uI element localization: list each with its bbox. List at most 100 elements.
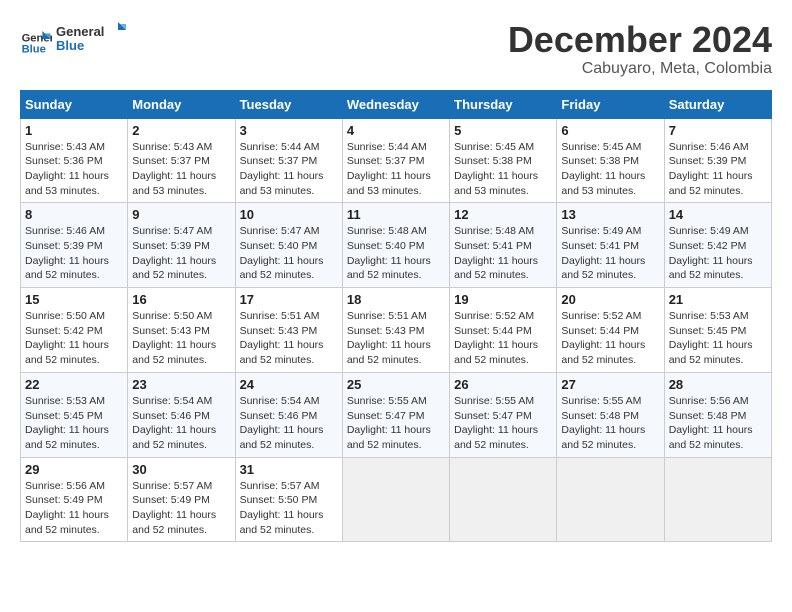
day-number: 22 <box>25 377 123 392</box>
day-number: 16 <box>132 292 230 307</box>
day-info: Sunrise: 5:43 AMSunset: 5:37 PMDaylight:… <box>132 141 216 197</box>
day-info: Sunrise: 5:54 AMSunset: 5:46 PMDaylight:… <box>240 395 324 451</box>
day-info: Sunrise: 5:47 AMSunset: 5:39 PMDaylight:… <box>132 225 216 281</box>
day-info: Sunrise: 5:44 AMSunset: 5:37 PMDaylight:… <box>347 141 431 197</box>
logo-icon: General Blue <box>20 27 52 59</box>
week-row-5: 29 Sunrise: 5:56 AMSunset: 5:49 PMDaylig… <box>21 457 772 542</box>
day-info: Sunrise: 5:46 AMSunset: 5:39 PMDaylight:… <box>669 141 753 197</box>
day-number: 19 <box>454 292 552 307</box>
day-cell: 21 Sunrise: 5:53 AMSunset: 5:45 PMDaylig… <box>664 288 771 373</box>
day-info: Sunrise: 5:55 AMSunset: 5:48 PMDaylight:… <box>561 395 645 451</box>
logo-svg: General Blue <box>56 20 126 60</box>
day-cell: 26 Sunrise: 5:55 AMSunset: 5:47 PMDaylig… <box>450 372 557 457</box>
day-cell: 7 Sunrise: 5:46 AMSunset: 5:39 PMDayligh… <box>664 118 771 203</box>
day-cell <box>450 457 557 542</box>
day-cell: 10 Sunrise: 5:47 AMSunset: 5:40 PMDaylig… <box>235 203 342 288</box>
day-number: 30 <box>132 462 230 477</box>
day-cell: 12 Sunrise: 5:48 AMSunset: 5:41 PMDaylig… <box>450 203 557 288</box>
day-number: 10 <box>240 207 338 222</box>
day-number: 29 <box>25 462 123 477</box>
day-info: Sunrise: 5:46 AMSunset: 5:39 PMDaylight:… <box>25 225 109 281</box>
page-header: General Blue General Blue December 2024 … <box>20 20 772 78</box>
week-row-1: 1 Sunrise: 5:43 AMSunset: 5:36 PMDayligh… <box>21 118 772 203</box>
day-cell: 13 Sunrise: 5:49 AMSunset: 5:41 PMDaylig… <box>557 203 664 288</box>
day-number: 17 <box>240 292 338 307</box>
day-cell: 2 Sunrise: 5:43 AMSunset: 5:37 PMDayligh… <box>128 118 235 203</box>
day-info: Sunrise: 5:49 AMSunset: 5:41 PMDaylight:… <box>561 225 645 281</box>
day-number: 1 <box>25 123 123 138</box>
day-number: 25 <box>347 377 445 392</box>
calendar-table: SundayMondayTuesdayWednesdayThursdayFrid… <box>20 90 772 543</box>
svg-text:General: General <box>56 24 104 39</box>
day-number: 20 <box>561 292 659 307</box>
day-cell: 22 Sunrise: 5:53 AMSunset: 5:45 PMDaylig… <box>21 372 128 457</box>
day-info: Sunrise: 5:54 AMSunset: 5:46 PMDaylight:… <box>132 395 216 451</box>
day-number: 11 <box>347 207 445 222</box>
day-cell: 24 Sunrise: 5:54 AMSunset: 5:46 PMDaylig… <box>235 372 342 457</box>
day-cell: 25 Sunrise: 5:55 AMSunset: 5:47 PMDaylig… <box>342 372 449 457</box>
svg-text:Blue: Blue <box>56 38 84 53</box>
day-info: Sunrise: 5:51 AMSunset: 5:43 PMDaylight:… <box>347 310 431 366</box>
day-info: Sunrise: 5:55 AMSunset: 5:47 PMDaylight:… <box>454 395 538 451</box>
week-row-3: 15 Sunrise: 5:50 AMSunset: 5:42 PMDaylig… <box>21 288 772 373</box>
day-number: 31 <box>240 462 338 477</box>
day-number: 4 <box>347 123 445 138</box>
header-cell-tuesday: Tuesday <box>235 90 342 118</box>
day-info: Sunrise: 5:47 AMSunset: 5:40 PMDaylight:… <box>240 225 324 281</box>
day-cell: 17 Sunrise: 5:51 AMSunset: 5:43 PMDaylig… <box>235 288 342 373</box>
day-info: Sunrise: 5:48 AMSunset: 5:41 PMDaylight:… <box>454 225 538 281</box>
day-cell <box>557 457 664 542</box>
calendar-subtitle: Cabuyaro, Meta, Colombia <box>508 60 772 78</box>
day-info: Sunrise: 5:53 AMSunset: 5:45 PMDaylight:… <box>669 310 753 366</box>
day-cell: 28 Sunrise: 5:56 AMSunset: 5:48 PMDaylig… <box>664 372 771 457</box>
day-info: Sunrise: 5:56 AMSunset: 5:49 PMDaylight:… <box>25 480 109 536</box>
day-number: 18 <box>347 292 445 307</box>
header-cell-saturday: Saturday <box>664 90 771 118</box>
day-number: 21 <box>669 292 767 307</box>
header-cell-thursday: Thursday <box>450 90 557 118</box>
day-number: 15 <box>25 292 123 307</box>
day-number: 6 <box>561 123 659 138</box>
day-number: 7 <box>669 123 767 138</box>
day-info: Sunrise: 5:48 AMSunset: 5:40 PMDaylight:… <box>347 225 431 281</box>
day-cell <box>664 457 771 542</box>
day-number: 13 <box>561 207 659 222</box>
day-number: 24 <box>240 377 338 392</box>
day-cell: 5 Sunrise: 5:45 AMSunset: 5:38 PMDayligh… <box>450 118 557 203</box>
day-info: Sunrise: 5:49 AMSunset: 5:42 PMDaylight:… <box>669 225 753 281</box>
day-info: Sunrise: 5:53 AMSunset: 5:45 PMDaylight:… <box>25 395 109 451</box>
logo: General Blue General Blue <box>20 20 126 65</box>
day-cell <box>342 457 449 542</box>
header-cell-monday: Monday <box>128 90 235 118</box>
day-cell: 14 Sunrise: 5:49 AMSunset: 5:42 PMDaylig… <box>664 203 771 288</box>
header-row: SundayMondayTuesdayWednesdayThursdayFrid… <box>21 90 772 118</box>
day-cell: 16 Sunrise: 5:50 AMSunset: 5:43 PMDaylig… <box>128 288 235 373</box>
day-info: Sunrise: 5:56 AMSunset: 5:48 PMDaylight:… <box>669 395 753 451</box>
day-number: 14 <box>669 207 767 222</box>
day-number: 12 <box>454 207 552 222</box>
day-number: 8 <box>25 207 123 222</box>
header-cell-friday: Friday <box>557 90 664 118</box>
day-cell: 20 Sunrise: 5:52 AMSunset: 5:44 PMDaylig… <box>557 288 664 373</box>
day-info: Sunrise: 5:57 AMSunset: 5:50 PMDaylight:… <box>240 480 324 536</box>
day-cell: 31 Sunrise: 5:57 AMSunset: 5:50 PMDaylig… <box>235 457 342 542</box>
day-cell: 9 Sunrise: 5:47 AMSunset: 5:39 PMDayligh… <box>128 203 235 288</box>
day-info: Sunrise: 5:52 AMSunset: 5:44 PMDaylight:… <box>454 310 538 366</box>
day-info: Sunrise: 5:50 AMSunset: 5:43 PMDaylight:… <box>132 310 216 366</box>
day-number: 23 <box>132 377 230 392</box>
title-block: December 2024 Cabuyaro, Meta, Colombia <box>508 20 772 78</box>
week-row-4: 22 Sunrise: 5:53 AMSunset: 5:45 PMDaylig… <box>21 372 772 457</box>
day-info: Sunrise: 5:52 AMSunset: 5:44 PMDaylight:… <box>561 310 645 366</box>
day-cell: 19 Sunrise: 5:52 AMSunset: 5:44 PMDaylig… <box>450 288 557 373</box>
day-info: Sunrise: 5:44 AMSunset: 5:37 PMDaylight:… <box>240 141 324 197</box>
calendar-title: December 2024 <box>508 20 772 60</box>
day-info: Sunrise: 5:57 AMSunset: 5:49 PMDaylight:… <box>132 480 216 536</box>
day-number: 3 <box>240 123 338 138</box>
day-number: 28 <box>669 377 767 392</box>
day-number: 27 <box>561 377 659 392</box>
day-info: Sunrise: 5:51 AMSunset: 5:43 PMDaylight:… <box>240 310 324 366</box>
day-cell: 8 Sunrise: 5:46 AMSunset: 5:39 PMDayligh… <box>21 203 128 288</box>
day-cell: 11 Sunrise: 5:48 AMSunset: 5:40 PMDaylig… <box>342 203 449 288</box>
day-cell: 18 Sunrise: 5:51 AMSunset: 5:43 PMDaylig… <box>342 288 449 373</box>
day-cell: 1 Sunrise: 5:43 AMSunset: 5:36 PMDayligh… <box>21 118 128 203</box>
